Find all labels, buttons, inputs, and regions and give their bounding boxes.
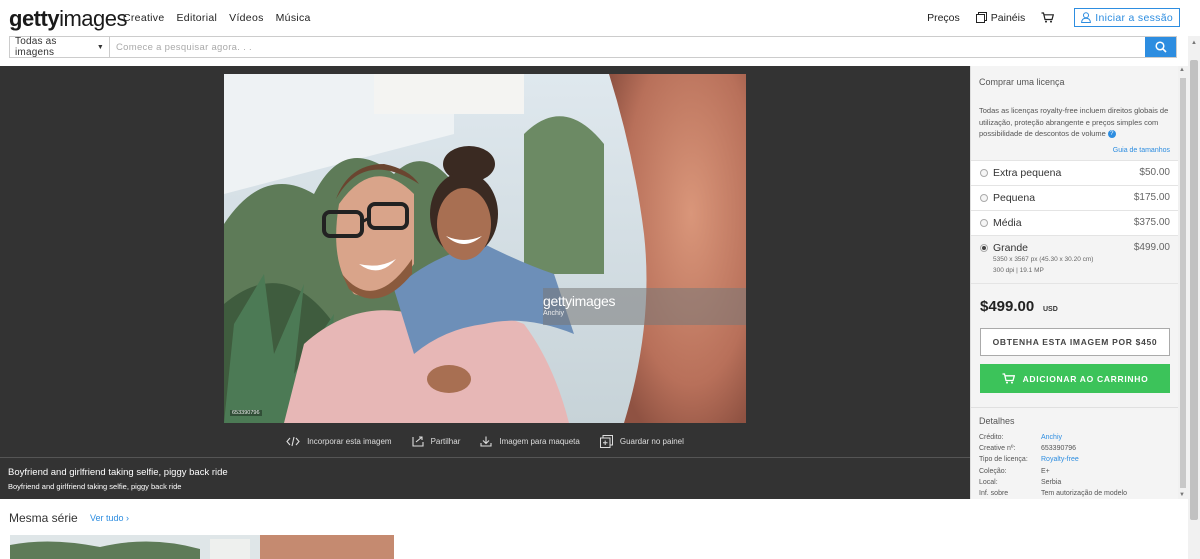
right-nav: Preços Painéis Iniciar a sessão	[927, 8, 1180, 27]
view-all-link[interactable]: Ver tudo ›	[90, 513, 129, 523]
signin-button[interactable]: Iniciar a sessão	[1074, 8, 1180, 27]
chevron-down-icon: ▼	[96, 43, 104, 51]
credit-link[interactable]: Anchiy	[1041, 434, 1062, 445]
detail-row: Local: Serbia	[979, 478, 1062, 486]
detail-row: Coleção: E+	[979, 467, 1050, 475]
nav-editorial[interactable]: Editorial	[177, 12, 218, 24]
panel-title: Comprar uma licença	[979, 77, 1065, 87]
user-icon	[1081, 12, 1092, 23]
size-radio[interactable]	[980, 194, 988, 202]
series-title: Mesma série	[9, 511, 78, 525]
watermark-logo: gettyimages	[543, 293, 616, 309]
size-guide-link[interactable]: Guia de tamanhos	[1113, 147, 1170, 154]
cart-link[interactable]	[1041, 12, 1058, 23]
search-icon	[1154, 41, 1167, 53]
share-icon	[412, 435, 424, 447]
detail-row: Crédito: Anchiy	[979, 434, 1175, 445]
detail-row: Inf. sobre Tem autorização de modelo	[979, 489, 1127, 497]
watermark: gettyimages Anchiy	[543, 288, 746, 325]
panel-scroll-thumb[interactable]	[1180, 78, 1186, 488]
image-caption: Boyfriend and girlfriend taking selfie, …	[0, 457, 970, 499]
boards-link[interactable]: Painéis	[975, 12, 1025, 24]
scroll-down-arrow[interactable]: ▼	[1179, 492, 1185, 498]
size-radio[interactable]	[980, 169, 988, 177]
size-resolution: 300 dpi | 19.1 MP	[993, 267, 1044, 274]
series-thumbnail-illustration	[10, 535, 394, 559]
scroll-up-arrow[interactable]: ▲	[1179, 67, 1185, 73]
total-price: $499.00	[980, 298, 1035, 315]
embed-action[interactable]: Incorporar esta imagem	[286, 431, 392, 451]
search-button[interactable]	[1145, 37, 1176, 57]
scroll-up-arrow[interactable]: ▲	[1191, 40, 1197, 46]
size-dimensions: 5350 x 3567 px (45.30 x 30.20 cm)	[993, 256, 1094, 263]
panel-scrollbar[interactable]: ▲ ▼	[1178, 66, 1188, 499]
comp-download-action[interactable]: Imagem para maqueta	[480, 431, 580, 451]
size-option-small[interactable]: Pequena $175.00	[971, 185, 1178, 210]
nav-videos[interactable]: Vídeos	[229, 12, 264, 24]
top-nav: gettyimages Creative Editorial Vídeos Mú…	[0, 0, 1200, 36]
image-id: 653390796	[230, 410, 262, 416]
watermark-credit: Anchiy	[543, 310, 565, 317]
download-icon	[480, 436, 492, 447]
same-series-section: Mesma série Ver tudo ›	[0, 499, 1188, 559]
share-action[interactable]: Partilhar	[412, 431, 460, 451]
search-input[interactable]	[110, 37, 1145, 57]
gettyimages-logo[interactable]: gettyimages	[9, 6, 127, 32]
add-to-board-icon	[599, 434, 613, 448]
size-radio[interactable]	[980, 219, 988, 227]
add-to-cart-button[interactable]: ADICIONAR AO CARRINHO	[980, 364, 1170, 393]
details-title: Detalhes	[979, 416, 1015, 426]
cart-icon	[1041, 12, 1055, 23]
detail-row: Creative nº: 653390796	[979, 445, 1077, 453]
size-option-extra-small[interactable]: Extra pequena $50.00	[971, 160, 1178, 185]
page-scroll-thumb[interactable]	[1190, 60, 1198, 520]
license-description: Todas as licenças royalty-free incluem d…	[979, 106, 1169, 139]
help-icon[interactable]: ?	[1107, 130, 1116, 139]
search-type-dropdown[interactable]: Todas as imagens ▼	[10, 36, 110, 58]
caption-title: Boyfriend and girlfriend taking selfie, …	[8, 467, 228, 478]
cart-icon	[1002, 373, 1015, 384]
size-option-medium[interactable]: Média $375.00	[971, 210, 1178, 235]
save-to-board-action[interactable]: Guardar no painel	[599, 431, 684, 451]
size-option-large[interactable]: Grande $499.00 5350 x 3567 px (45.30 x 3…	[971, 235, 1178, 284]
get-image-button[interactable]: OBTENHA ESTA IMAGEM POR $450	[980, 328, 1170, 356]
embed-icon	[286, 436, 300, 446]
main-photo[interactable]: gettyimages Anchiy 653390796	[224, 74, 746, 423]
chevron-right-icon: ›	[126, 513, 130, 523]
caption-subtitle: Boyfriend and girlfriend taking selfie, …	[8, 482, 182, 491]
nav-music[interactable]: Música	[276, 12, 311, 24]
size-radio-selected[interactable]	[980, 244, 988, 252]
photo-illustration	[224, 74, 746, 423]
series-thumbnail[interactable]	[10, 535, 394, 559]
divider	[971, 407, 1178, 408]
search-bar: Todas as imagens ▼	[9, 36, 1177, 58]
details-list: Crédito: Anchiy Creative nº: 653390796 T…	[979, 434, 1175, 499]
page-scrollbar[interactable]: ▲	[1188, 36, 1200, 559]
nav-creative[interactable]: Creative	[123, 12, 165, 24]
pricing-link[interactable]: Preços	[927, 12, 960, 24]
license-type-link[interactable]: Royalty-free	[1041, 456, 1079, 467]
image-actions: Incorporar esta imagem Partilhar Imagem …	[0, 431, 970, 451]
currency: USD	[1043, 306, 1058, 313]
detail-row: Tipo de licença: Royalty-free	[979, 456, 1175, 467]
main-nav: Creative Editorial Vídeos Música	[123, 12, 323, 24]
boards-icon	[975, 12, 987, 23]
image-viewer: gettyimages Anchiy 653390796 Incorporar …	[0, 66, 970, 457]
size-options: Extra pequena $50.00 Pequena $175.00 Méd…	[971, 160, 1178, 284]
license-panel: Comprar uma licença Todas as licenças ro…	[970, 66, 1178, 499]
